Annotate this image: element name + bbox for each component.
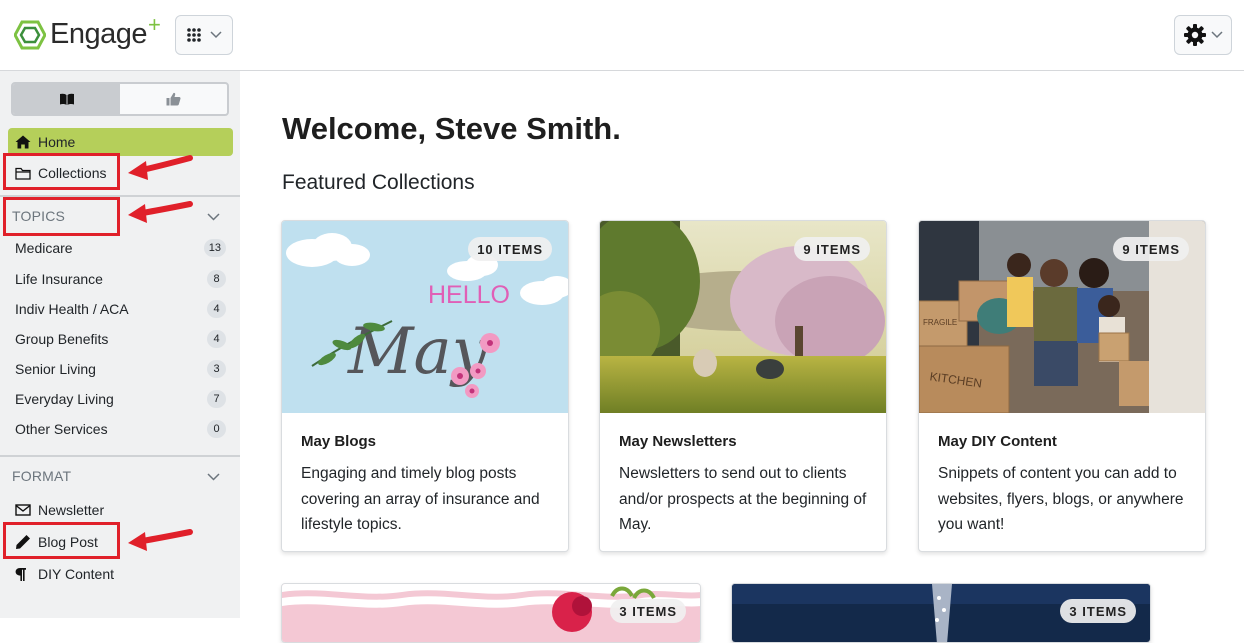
hexagon-logo-icon	[14, 20, 46, 49]
envelope-icon	[15, 502, 32, 518]
topic-count-badge: 8	[207, 270, 226, 288]
annotation-arrow-icon	[128, 529, 193, 551]
format-section-title[interactable]: FORMAT	[12, 468, 71, 484]
chevron-down-icon[interactable]	[207, 213, 220, 221]
topic-count-badge: 4	[207, 330, 226, 348]
top-header: Engage +	[0, 0, 1244, 71]
welcome-heading: Welcome, Steve Smith.	[282, 111, 621, 146]
collection-card[interactable]: 3 ITEMS	[731, 583, 1151, 643]
items-count-badge: 9 ITEMS	[1113, 237, 1189, 261]
topic-label: Medicare	[15, 240, 73, 256]
topic-count-badge: 3	[207, 360, 226, 378]
browse-toggle-button[interactable]	[13, 84, 120, 114]
topic-item[interactable]: Everyday Living 7	[15, 387, 226, 411]
collection-card-may-blogs[interactable]: HELLO May 10 ITEMS May Blogs Engaging an…	[281, 220, 569, 552]
logo-text: Engage	[50, 18, 148, 50]
collection-card-may-newsletters[interactable]: 9 ITEMS May Newsletters Newsletters to s…	[599, 220, 887, 552]
annotation-box-collections	[3, 153, 120, 190]
card-title: May Newsletters	[619, 433, 737, 450]
topic-item[interactable]: Indiv Health / ACA 4	[15, 297, 226, 321]
topic-item[interactable]: Senior Living 3	[15, 357, 226, 381]
items-count-badge: 9 ITEMS	[794, 237, 870, 261]
topic-label: Everyday Living	[15, 391, 114, 407]
topic-item[interactable]: Other Services 0	[15, 417, 226, 441]
recommended-toggle-button[interactable]	[120, 84, 227, 114]
sidebar-divider	[0, 455, 240, 457]
format-label: Newsletter	[38, 502, 105, 518]
home-icon	[15, 134, 32, 150]
topic-label: Senior Living	[15, 361, 96, 377]
items-count-badge: 10 ITEMS	[468, 237, 552, 261]
card-image: HELLO May 10 ITEMS	[282, 221, 568, 413]
logo-plus: +	[148, 11, 161, 37]
book-icon	[59, 93, 74, 105]
topic-count-badge: 13	[203, 239, 226, 257]
paragraph-icon	[15, 566, 32, 582]
chevron-down-icon[interactable]	[207, 473, 220, 481]
format-diy-content[interactable]: DIY Content	[8, 560, 233, 588]
topic-label: Life Insurance	[15, 271, 103, 287]
nav-home-label: Home	[38, 134, 76, 150]
topic-count-badge: 4	[207, 300, 226, 318]
box-label: FRAGILE	[923, 318, 957, 327]
format-label: DIY Content	[38, 566, 115, 582]
gear-icon	[1184, 24, 1206, 46]
topic-label: Indiv Health / ACA	[15, 301, 129, 317]
topic-count-badge: 7	[207, 390, 226, 408]
annotation-arrow-icon	[128, 155, 193, 180]
engage-logo[interactable]: Engage +	[14, 12, 161, 51]
chevron-down-icon	[1211, 31, 1223, 39]
apps-menu-button[interactable]	[175, 15, 233, 55]
items-count-badge: 3 ITEMS	[610, 599, 686, 623]
card-description: Engaging and timely blog posts covering …	[301, 465, 540, 533]
collection-card-may-diy-content[interactable]: KITCHEN FRAGILE 9 ITEMS May DIY Content …	[918, 220, 1206, 552]
card-image: KITCHEN FRAGILE 9 ITEMS	[919, 221, 1205, 413]
topic-label: Group Benefits	[15, 331, 109, 347]
chevron-down-icon	[210, 31, 222, 39]
annotation-box-blog-post	[3, 522, 120, 559]
collection-card[interactable]: 3 ITEMS	[281, 583, 701, 643]
grid-icon	[187, 28, 201, 42]
card-description: Newsletters to send out to clients and/o…	[619, 465, 867, 533]
topic-item[interactable]: Medicare 13	[15, 236, 226, 260]
annotation-box-topics	[3, 197, 120, 236]
topic-label: Other Services	[15, 421, 108, 437]
card-description: Snippets of content you can add to websi…	[938, 465, 1184, 533]
settings-button[interactable]	[1174, 15, 1232, 55]
view-toggle	[11, 82, 229, 116]
card-image: 9 ITEMS	[600, 221, 886, 413]
topic-item[interactable]: Group Benefits 4	[15, 327, 226, 351]
card-title: May DIY Content	[938, 433, 1057, 450]
card-title: May Blogs	[301, 433, 377, 450]
thumbs-up-icon	[166, 92, 181, 106]
card-image-hello: HELLO	[428, 281, 510, 309]
featured-collections-heading: Featured Collections	[282, 171, 475, 194]
topic-count-badge: 0	[207, 420, 226, 438]
topic-item[interactable]: Life Insurance 8	[15, 267, 226, 291]
items-count-badge: 3 ITEMS	[1060, 599, 1136, 623]
annotation-arrow-icon	[128, 201, 193, 223]
